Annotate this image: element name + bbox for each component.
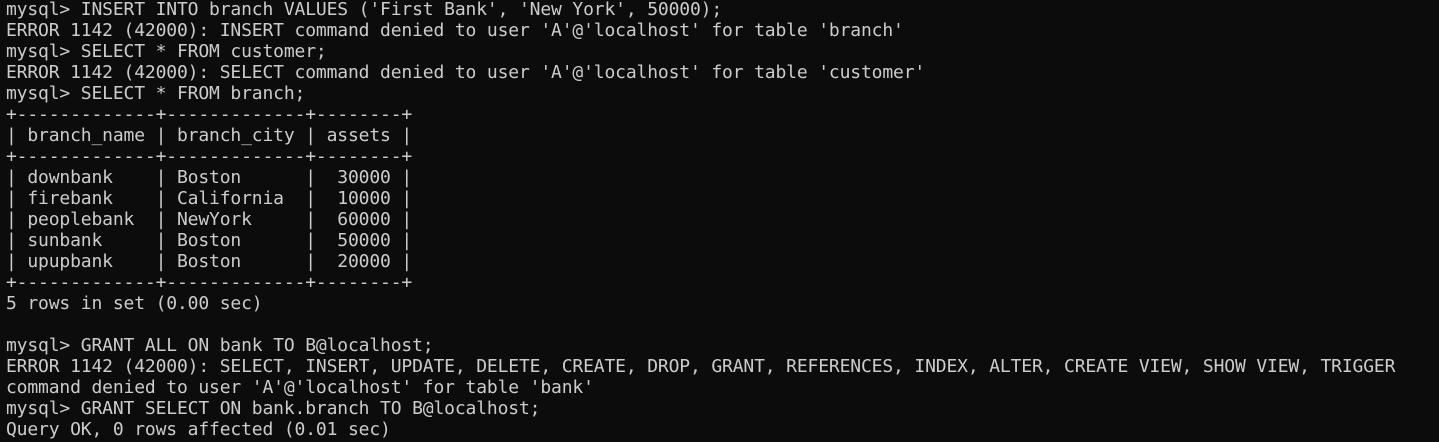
table-header-row: | branch_name | branch_city | assets | — [6, 125, 413, 146]
terminal-line-grant-all-error-continued: command denied to user 'A'@'localhost' f… — [6, 377, 594, 398]
terminal-line-select-branch-command: mysql> SELECT * FROM branch; — [6, 83, 306, 104]
terminal-line-select-customer-error: ERROR 1142 (42000): SELECT command denie… — [6, 62, 926, 83]
terminal-line-grant-all-error: ERROR 1142 (42000): SELECT, INSERT, UPDA… — [6, 356, 1396, 377]
table-border-bottom: +-------------+-------------+--------+ — [6, 272, 413, 293]
terminal-line-grant-select-command: mysql> GRANT SELECT ON bank.branch TO B@… — [6, 398, 541, 419]
terminal-line-select-customer-command: mysql> SELECT * FROM customer; — [6, 41, 327, 62]
table-header-divider: +-------------+-------------+--------+ — [6, 146, 413, 167]
terminal-line-query-ok: Query OK, 0 rows affected (0.01 sec) — [6, 419, 391, 440]
table-row: | downbank | Boston | 30000 | — [6, 167, 413, 188]
table-row: | peoplebank | NewYork | 60000 | — [6, 209, 413, 230]
terminal-line-row-count: 5 rows in set (0.00 sec) — [6, 293, 263, 314]
terminal-line-grant-all-command: mysql> GRANT ALL ON bank TO B@localhost; — [6, 335, 434, 356]
table-row: | firebank | California | 10000 | — [6, 188, 413, 209]
table-border-top: +-------------+-------------+--------+ — [6, 104, 413, 125]
terminal-line-insert-command: mysql> INSERT INTO branch VALUES ('First… — [6, 0, 723, 20]
table-row: | sunbank | Boston | 50000 | — [6, 230, 413, 251]
terminal-line-insert-error: ERROR 1142 (42000): INSERT command denie… — [6, 20, 904, 41]
table-row: | upupbank | Boston | 20000 | — [6, 251, 413, 272]
terminal-window[interactable]: mysql> INSERT INTO branch VALUES ('First… — [0, 0, 1439, 442]
